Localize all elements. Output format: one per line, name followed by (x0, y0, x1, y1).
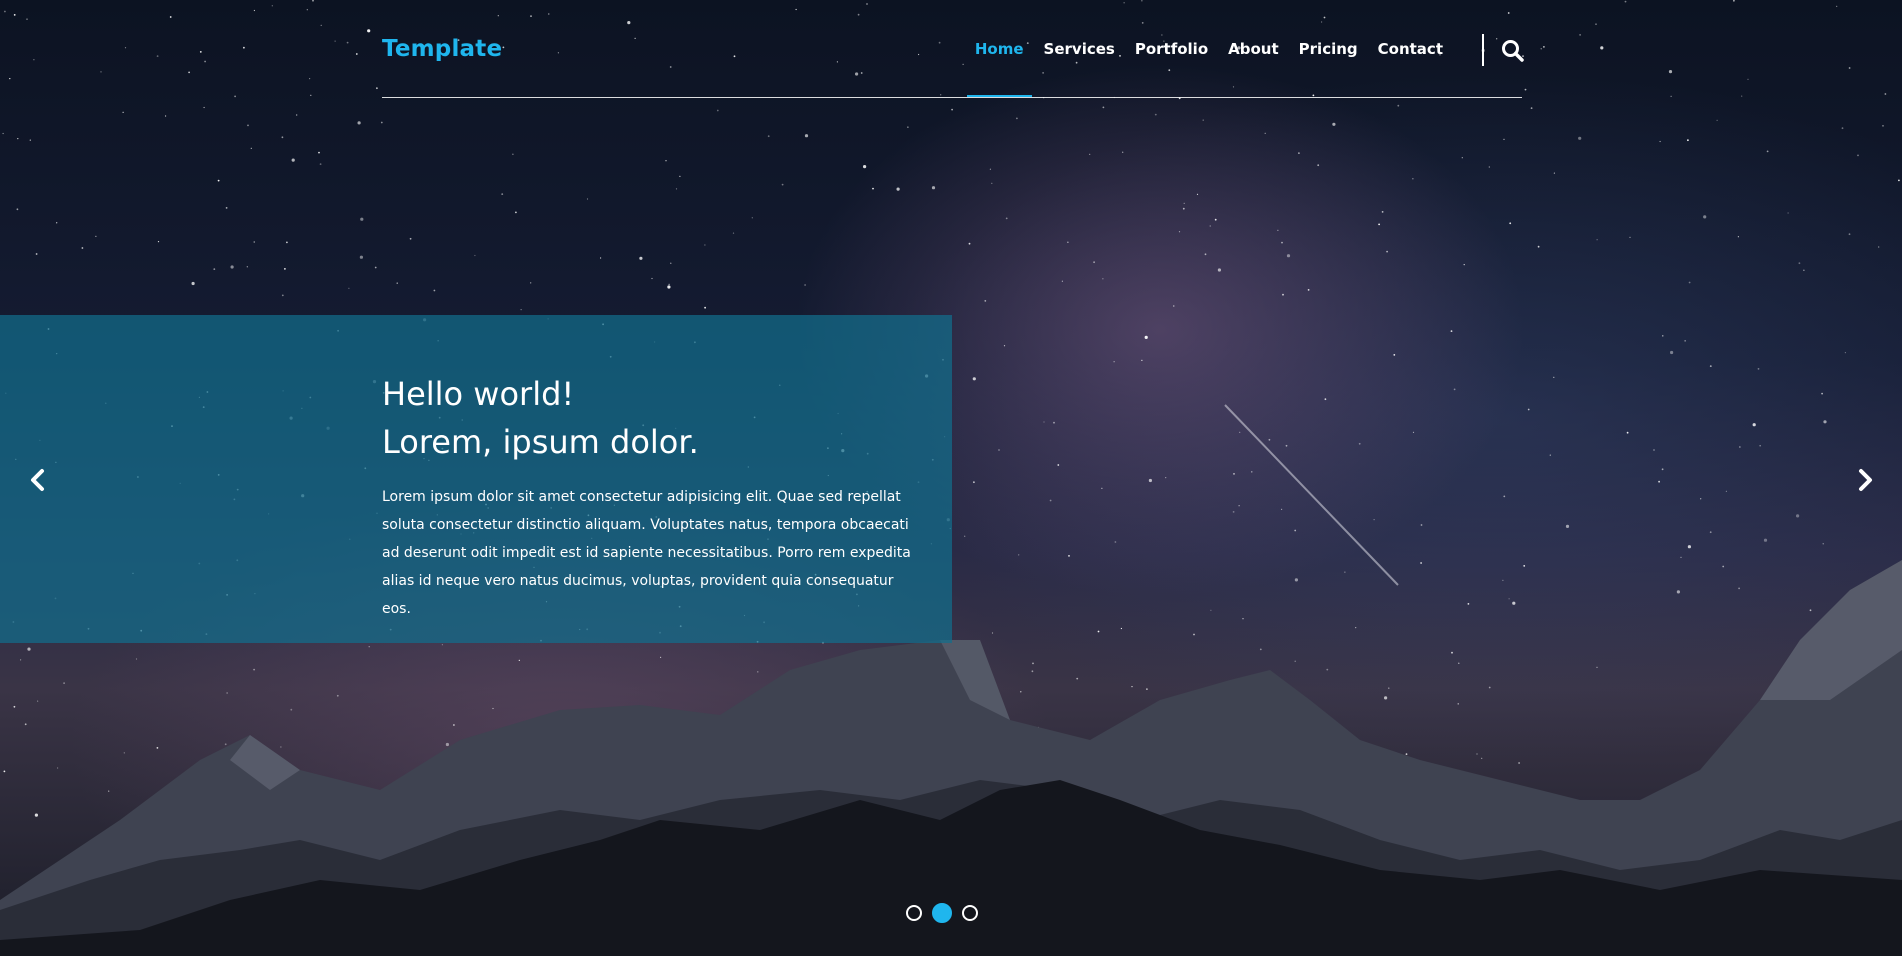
hero-title-line-1: Hello world! (382, 375, 575, 413)
site-header: Template Home Services Portfolio About P… (382, 0, 1524, 98)
carousel-prev-button[interactable] (24, 466, 52, 494)
nav-item-portfolio[interactable]: Portfolio (1135, 40, 1208, 58)
nav-item-contact[interactable]: Contact (1378, 40, 1443, 58)
chevron-left-icon (31, 469, 44, 491)
nav-item-home[interactable]: Home (966, 40, 1032, 97)
hero-description: Lorem ipsum dolor sit amet consectetur a… (382, 489, 911, 617)
hero-title: Hello world! Lorem, ipsum dolor. (382, 370, 699, 466)
carousel-dot-2[interactable] (932, 903, 952, 923)
nav-item-services[interactable]: Services (1044, 40, 1115, 58)
nav-divider (1482, 34, 1484, 66)
carousel-next-button[interactable] (1851, 466, 1879, 494)
main-nav: Home Services Portfolio About Pricing Co… (966, 40, 1443, 97)
header-underline (382, 97, 1522, 98)
nav-item-about[interactable]: About (1228, 40, 1279, 58)
hero-title-line-2: Lorem, ipsum dolor. (382, 423, 699, 461)
search-button[interactable] (1500, 38, 1526, 64)
nav-item-pricing[interactable]: Pricing (1299, 40, 1358, 58)
page: Template Home Services Portfolio About P… (0, 0, 1902, 956)
search-icon (1502, 40, 1524, 62)
carousel-dot-3[interactable] (962, 905, 978, 921)
chevron-right-icon (1859, 469, 1872, 491)
carousel-dot-1[interactable] (906, 905, 922, 921)
brand-logo[interactable]: Template (382, 36, 502, 62)
carousel-indicators (906, 903, 978, 923)
